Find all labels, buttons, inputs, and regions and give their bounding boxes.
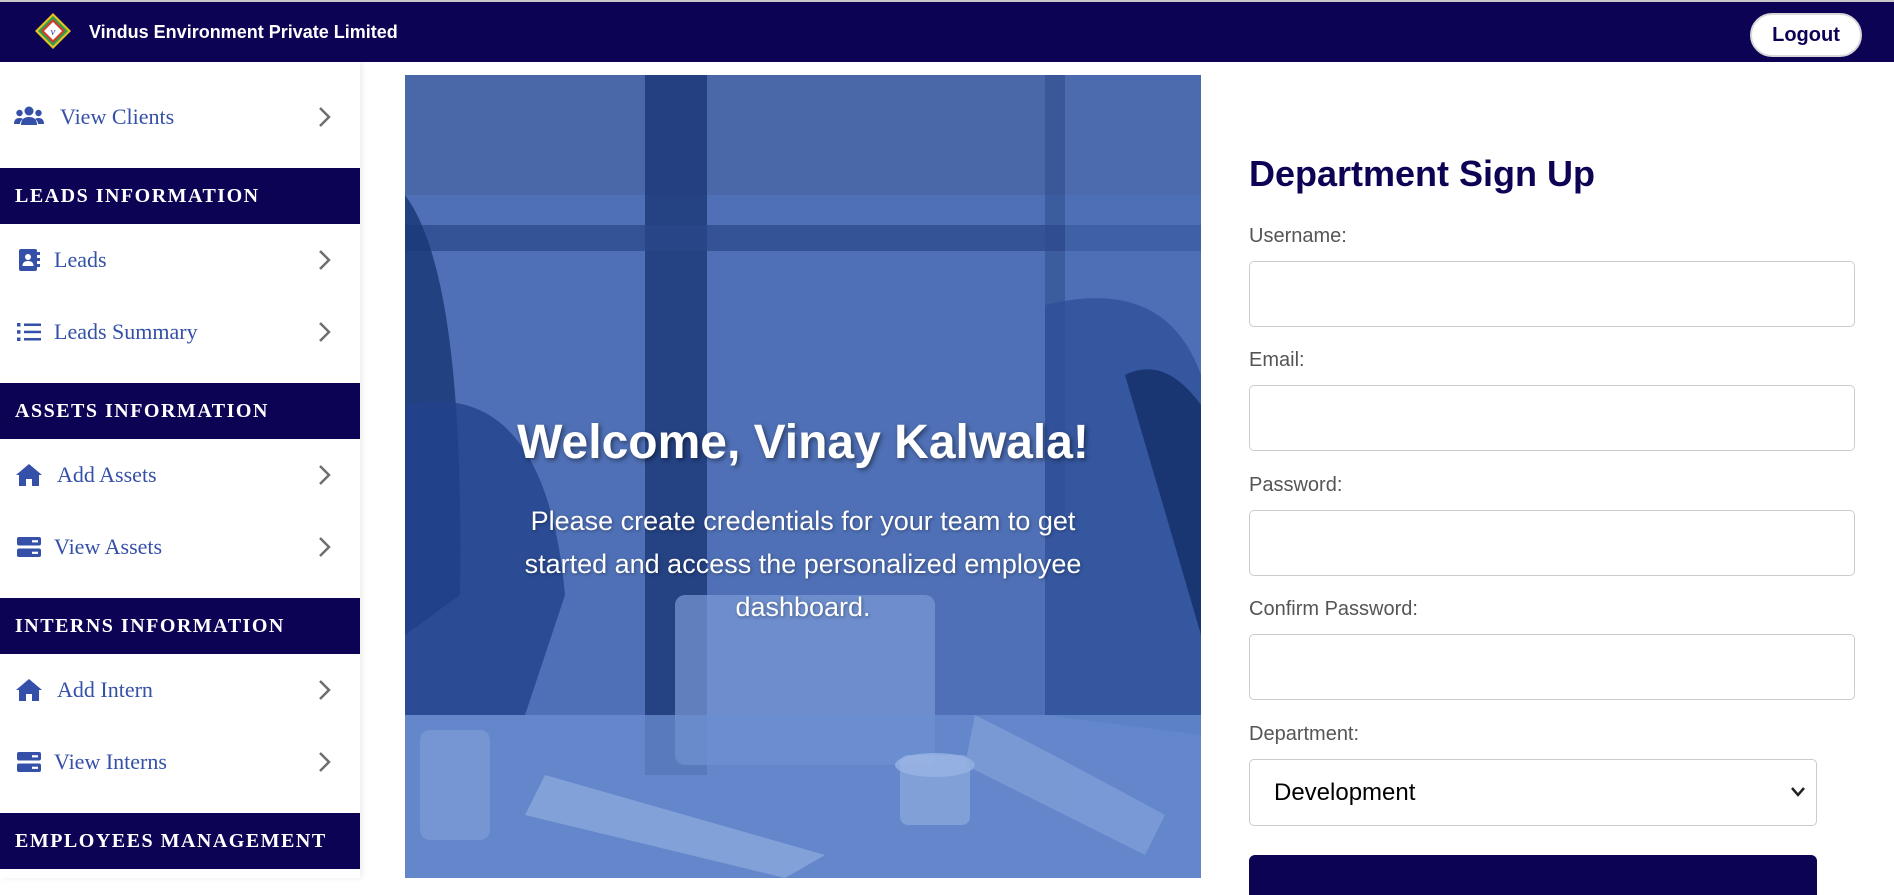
chevron-right-icon — [319, 107, 331, 127]
chevron-right-icon — [319, 752, 331, 772]
password-label: Password: — [1249, 474, 1343, 496]
username-input[interactable] — [1249, 261, 1855, 327]
department-selected-value: Development — [1274, 779, 1416, 806]
chevron-right-icon — [319, 537, 331, 557]
department-select[interactable]: Development — [1249, 759, 1817, 826]
home-icon — [14, 676, 44, 704]
logout-button[interactable]: Logout — [1750, 13, 1862, 57]
sidebar-item-leads-summary[interactable]: Leads Summary — [0, 296, 360, 368]
chevron-right-icon — [319, 680, 331, 700]
top-navbar: v Vindus Environment Private Limited Log… — [0, 0, 1894, 62]
welcome-message: Please create credentials for your team … — [524, 506, 1082, 622]
department-signup-form: Department Sign Up Username: Email: Pass… — [1249, 75, 1855, 895]
company-logo-icon: v — [35, 13, 71, 49]
company-name: Vindus Environment Private Limited — [89, 22, 398, 42]
contact-book-icon — [14, 246, 44, 274]
sidebar-item-view-assets[interactable]: View Assets — [0, 511, 360, 583]
server-icon — [14, 533, 44, 561]
sidebar-item-label: View Assets — [54, 534, 163, 559]
form-title: Department Sign Up — [1249, 153, 1596, 194]
confirm-password-input[interactable] — [1249, 634, 1855, 700]
section-leads-information: LEADS INFORMATION — [0, 168, 360, 224]
section-employees-management: EMPLOYEES MANAGEMENT — [0, 813, 360, 869]
sidebar-item-label: Leads Summary — [54, 319, 198, 344]
sidebar-item-label: Add Intern — [57, 677, 153, 702]
sidebar-item-leads[interactable]: Leads — [0, 224, 360, 296]
sidebar-item-label: Add Assets — [57, 462, 157, 487]
chevron-right-icon — [319, 250, 331, 270]
sidebar-item-label: View Interns — [54, 749, 167, 774]
sidebar-item-label: View Clients — [60, 104, 175, 129]
chevron-right-icon — [319, 322, 331, 342]
chevron-right-icon — [319, 465, 331, 485]
sidebar-item-view-interns[interactable]: View Interns — [0, 726, 360, 798]
confirm-password-label: Confirm Password: — [1249, 598, 1418, 620]
email-input[interactable] — [1249, 385, 1855, 451]
logo-letter: v — [51, 26, 56, 38]
users-icon — [14, 103, 44, 131]
sidebar-item-add-assets[interactable]: Add Assets — [0, 439, 360, 511]
welcome-heading: Welcome, Vinay Kalwala! — [517, 416, 1089, 469]
list-icon — [14, 318, 44, 346]
section-assets-information: ASSETS INFORMATION — [0, 383, 360, 439]
sidebar-item-label: Leads — [54, 247, 107, 272]
welcome-hero-panel: Welcome, Vinay Kalwala! Please create cr… — [405, 75, 1201, 878]
username-label: Username: — [1249, 225, 1347, 247]
home-icon — [14, 461, 44, 489]
section-interns-information: INTERNS INFORMATION — [0, 598, 360, 654]
email-label: Email: — [1249, 349, 1305, 371]
sidebar: View Clients LEADS INFORMATION Leads Lea… — [0, 62, 360, 878]
server-icon — [14, 748, 44, 776]
sidebar-item-view-clients[interactable]: View Clients — [0, 81, 360, 153]
password-input[interactable] — [1249, 510, 1855, 576]
chevron-down-icon — [1791, 787, 1805, 797]
department-label: Department: — [1249, 723, 1360, 745]
sidebar-item-add-intern[interactable]: Add Intern — [0, 654, 360, 726]
submit-button[interactable] — [1249, 855, 1817, 895]
office-meeting-background-image — [405, 75, 1201, 878]
